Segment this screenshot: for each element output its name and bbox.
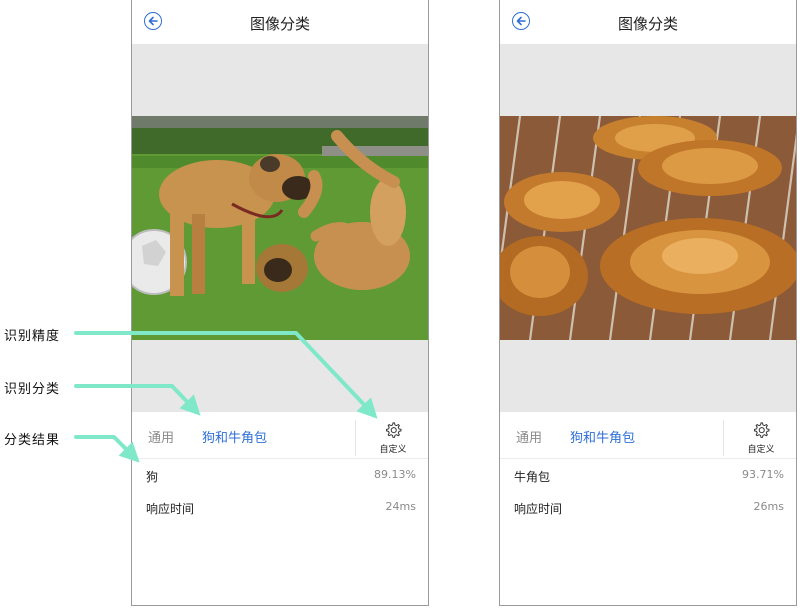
result-confidence: 89.13% xyxy=(374,468,416,481)
tab-dog-and-croissant[interactable]: 狗和牛角包 xyxy=(570,427,635,446)
result-label: 牛角包 xyxy=(514,470,551,484)
custom-settings-button[interactable]: 自定义 xyxy=(360,420,426,456)
divider xyxy=(355,420,356,456)
gear-icon xyxy=(385,422,402,438)
response-time-label: 响应时间 xyxy=(146,502,195,516)
image-padding-bottom xyxy=(500,340,796,412)
result-row: 狗 89.13% xyxy=(132,459,428,491)
response-time-label: 响应时间 xyxy=(514,502,563,516)
custom-settings-button[interactable]: 自定义 xyxy=(728,420,794,456)
top-bar: 图像分类 xyxy=(500,0,796,44)
input-photo-croissants xyxy=(500,116,796,340)
input-photo-dogs xyxy=(132,116,428,340)
image-padding-bottom xyxy=(132,340,428,412)
image-padding-top xyxy=(132,44,428,116)
response-time-row: 响应时间 26ms xyxy=(500,491,796,523)
phone-screen-croissant: 图像分类 通用 狗和牛角包 自定义 牛角包 93.71% 响应时间 26ms xyxy=(499,0,797,606)
annotation-precision: 识别精度 xyxy=(4,329,61,344)
result-confidence: 93.71% xyxy=(742,468,784,481)
divider xyxy=(723,420,724,456)
response-time-value: 26ms xyxy=(753,500,784,513)
page-title: 图像分类 xyxy=(617,15,678,33)
tab-general[interactable]: 通用 xyxy=(516,427,542,446)
model-tab-bar: 通用 狗和牛角包 自定义 xyxy=(500,412,796,459)
response-time-row: 响应时间 24ms xyxy=(132,491,428,523)
tab-dog-and-croissant[interactable]: 狗和牛角包 xyxy=(202,427,267,446)
annotation-category: 识别分类 xyxy=(4,382,61,397)
annotation-result: 分类结果 xyxy=(4,433,61,448)
response-time-value: 24ms xyxy=(385,500,416,513)
result-row: 牛角包 93.71% xyxy=(500,459,796,491)
phone-screen-dog: 图像分类 通用 狗和牛角包 自定义 狗 89.13% 响应时间 24ms xyxy=(131,0,429,606)
top-bar: 图像分类 xyxy=(132,0,428,44)
result-label: 狗 xyxy=(146,470,159,484)
model-tab-bar: 通用 狗和牛角包 自定义 xyxy=(132,412,428,459)
gear-icon xyxy=(753,422,770,438)
custom-settings-label: 自定义 xyxy=(379,445,407,455)
arrow-result xyxy=(74,435,140,463)
image-padding-top xyxy=(500,44,796,116)
custom-settings-label: 自定义 xyxy=(747,445,775,455)
page-title: 图像分类 xyxy=(249,15,310,33)
tab-general[interactable]: 通用 xyxy=(148,427,174,446)
